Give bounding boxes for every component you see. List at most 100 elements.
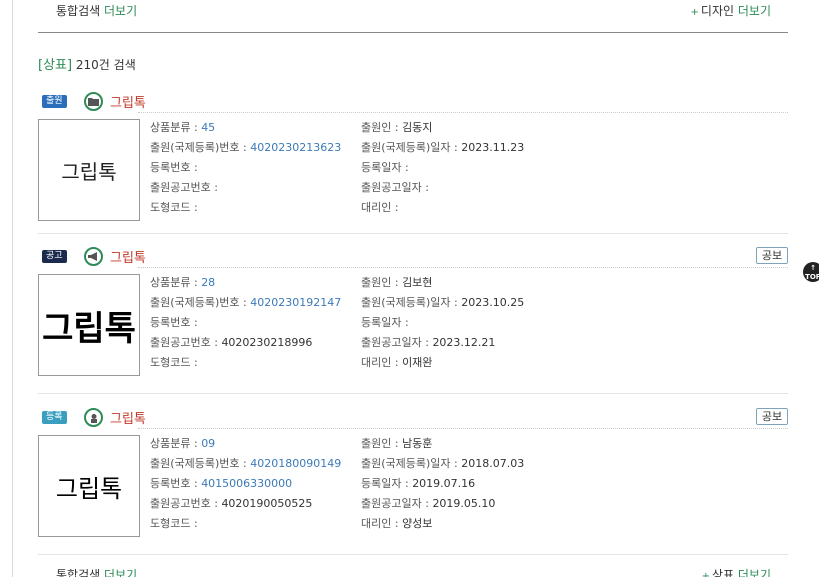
result-count: 210건 검색 <box>75 58 136 72</box>
arrow-up-icon: ↑ <box>810 264 816 272</box>
bottom-bar: 통합검색 더보기 + 상표 더보기 <box>0 564 819 577</box>
trademark-name-link[interactable]: 그립톡 <box>110 247 146 266</box>
trademark-more-link[interactable]: + 상표 더보기 <box>702 566 771 577</box>
app-no-label: 출원(국제등록)번호 : <box>150 457 247 470</box>
thumbnail-text: 그립톡 <box>42 308 136 349</box>
class-value[interactable]: 28 <box>201 276 215 289</box>
app-no-value[interactable]: 4020180090149 <box>250 457 341 470</box>
more-link[interactable]: 더보기 <box>738 568 771 577</box>
trademark-thumbnail[interactable]: 그립톡 <box>38 435 140 537</box>
gazette-button[interactable]: 공보 <box>756 247 788 264</box>
result-summary: [상표] 210건 검색 <box>38 54 136 73</box>
fig-code-label: 도형코드 : <box>150 201 198 214</box>
applicant-label: 출원인 : <box>361 437 399 450</box>
result-item: 출원 그립톡 그립톡 상품분류 : 45 출원인 : 김동지 출원(국제등록)번… <box>38 90 788 232</box>
reg-date-value: 2019.07.16 <box>412 477 476 490</box>
reg-no-label: 등록번호 : <box>150 316 198 329</box>
app-date-value: 2023.11.23 <box>461 141 525 154</box>
megaphone-icon <box>84 247 103 266</box>
pub-date-value: 2019.05.10 <box>432 497 496 510</box>
top-bar: 통합검색 더보기 + 디자인 더보기 <box>0 0 819 32</box>
fig-code-label: 도형코드 : <box>150 517 198 530</box>
trademark-name-link[interactable]: 그립톡 <box>110 92 146 111</box>
app-date-label: 출원(국제등록)일자 : <box>361 457 458 470</box>
design-more-link[interactable]: + 디자인 더보기 <box>691 2 771 19</box>
pub-no-label: 출원공고번호 : <box>150 181 218 194</box>
applicant-label: 출원인 : <box>361 121 399 134</box>
class-label: 상품분류 : <box>150 121 198 134</box>
app-date-label: 출원(국제등록)일자 : <box>361 296 458 309</box>
scroll-top-label: TOP <box>805 273 819 281</box>
applicant-value: 김보현 <box>402 276 433 289</box>
reg-no-label: 등록번호 : <box>150 161 198 174</box>
reg-date-label: 등록일자 : <box>361 477 409 490</box>
status-badge: 출원 <box>42 95 67 108</box>
trademark-name-link[interactable]: 그립톡 <box>110 408 146 427</box>
folder-icon <box>84 92 103 111</box>
applicant-value: 김동지 <box>402 121 433 134</box>
integrated-search-link[interactable]: 통합검색 더보기 <box>56 2 137 19</box>
result-item: 등록 그립톡 공보 그립톡 상품분류 : 09 출원인 : 남동훈 출원(국제등… <box>38 406 788 548</box>
dotted-divider <box>138 267 788 268</box>
pub-date-label: 출원공고일자 : <box>361 181 429 194</box>
pub-date-label: 출원공고일자 : <box>361 336 429 349</box>
trademark-thumbnail[interactable]: 그립톡 <box>38 274 140 376</box>
more-link[interactable]: 더보기 <box>738 4 771 18</box>
applicant-value: 남동훈 <box>402 437 433 450</box>
frame-border <box>12 0 13 577</box>
class-label: 상품분류 : <box>150 276 198 289</box>
class-value[interactable]: 09 <box>201 437 215 450</box>
reg-no-value[interactable]: 4015006330000 <box>201 477 292 490</box>
result-separator <box>38 554 788 555</box>
app-no-label: 출원(국제등록)번호 : <box>150 141 247 154</box>
divider <box>38 32 788 33</box>
fig-code-label: 도형코드 : <box>150 356 198 369</box>
integrated-search-label: 통합검색 <box>56 568 101 577</box>
class-label: 상품분류 : <box>150 437 198 450</box>
applicant-label: 출원인 : <box>361 276 399 289</box>
class-value[interactable]: 45 <box>201 121 215 134</box>
app-date-value: 2018.07.03 <box>461 457 525 470</box>
agent-value: 양성보 <box>402 517 433 530</box>
trademark-thumbnail[interactable]: 그립톡 <box>38 119 140 221</box>
pub-date-value: 2023.12.21 <box>432 336 496 349</box>
gazette-button[interactable]: 공보 <box>756 408 788 425</box>
result-header: 공고 그립톡 공보 <box>38 245 788 267</box>
reg-date-label: 등록일자 : <box>361 316 409 329</box>
agent-label: 대리인 : <box>361 517 399 530</box>
pub-date-label: 출원공고일자 : <box>361 497 429 510</box>
category-label: [상표] <box>38 58 73 73</box>
integrated-search-link[interactable]: 통합검색 더보기 <box>56 566 137 577</box>
scroll-top-button[interactable]: ↑ TOP <box>803 262 819 282</box>
result-separator <box>38 233 788 234</box>
more-link[interactable]: 더보기 <box>104 4 137 18</box>
dotted-divider <box>138 428 788 429</box>
result-header: 출원 그립톡 <box>38 90 788 112</box>
app-date-label: 출원(국제등록)일자 : <box>361 141 458 154</box>
design-label: 디자인 <box>700 4 735 18</box>
app-no-label: 출원(국제등록)번호 : <box>150 296 247 309</box>
reg-no-label: 등록번호 : <box>150 477 198 490</box>
plus-icon: + <box>690 7 699 18</box>
thumbnail-text: 그립톡 <box>55 474 123 503</box>
agent-value: 이재완 <box>402 356 433 369</box>
app-no-value[interactable]: 4020230192147 <box>250 296 341 309</box>
status-badge: 등록 <box>42 411 67 424</box>
pub-no-value: 4020190050525 <box>221 497 313 510</box>
registered-icon <box>84 408 103 427</box>
dotted-divider <box>138 112 788 113</box>
result-header: 등록 그립톡 공보 <box>38 406 788 428</box>
integrated-search-label: 통합검색 <box>56 4 101 18</box>
pub-no-value: 4020230218996 <box>221 336 313 349</box>
thumbnail-text: 그립톡 <box>61 159 117 184</box>
trademark-label: 상표 <box>711 568 735 577</box>
reg-date-label: 등록일자 : <box>361 161 409 174</box>
app-date-value: 2023.10.25 <box>461 296 525 309</box>
result-item: 공고 그립톡 공보 그립톡 상품분류 : 28 출원인 : 김보현 출원(국제등… <box>38 245 788 387</box>
pub-no-label: 출원공고번호 : <box>150 336 218 349</box>
more-link[interactable]: 더보기 <box>104 568 137 577</box>
agent-label: 대리인 : <box>361 201 399 214</box>
app-no-value[interactable]: 4020230213623 <box>250 141 341 154</box>
agent-label: 대리인 : <box>361 356 399 369</box>
plus-icon: + <box>701 571 710 577</box>
